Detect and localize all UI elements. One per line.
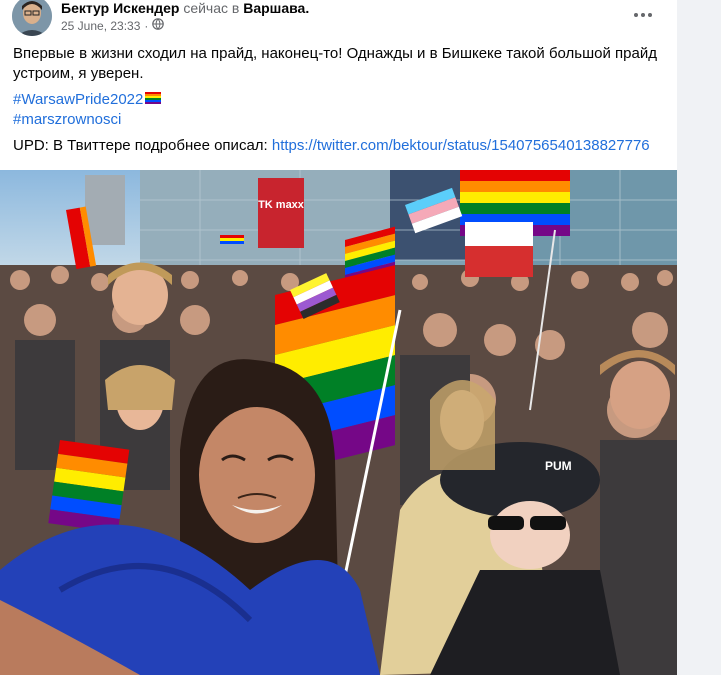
hashtag-label: #WarsawPride2022 xyxy=(13,91,144,108)
dot-separator: · xyxy=(144,18,149,33)
hashtag-marszrownosci[interactable]: #marszrownosci xyxy=(13,110,121,130)
post-photo[interactable]: TK maxx PUM xyxy=(0,170,677,675)
globe-icon xyxy=(152,18,165,33)
hashtag-warsawpride[interactable]: #WarsawPride2022 xyxy=(13,90,162,110)
author-avatar[interactable] xyxy=(12,0,52,36)
more-options-button[interactable] xyxy=(627,2,659,26)
status-text: сейчас в xyxy=(183,0,240,16)
twitter-link[interactable]: https://twitter.com/bektour/status/15407… xyxy=(272,137,650,154)
store-sign-text: TK maxx xyxy=(258,199,305,211)
post-date[interactable]: 25 June, 23:33 xyxy=(61,19,140,33)
post-meta: 25 June, 23:33 · xyxy=(61,18,165,33)
cap-text: PUM xyxy=(545,459,572,473)
feed-post: Бектур Искендер сейчас в Варшава. 25 Jun… xyxy=(0,0,677,675)
pride-parade-selfie-photo-icon: TK maxx PUM xyxy=(0,170,677,675)
post-text: Впервые в жизни сходил на прайд, наконец… xyxy=(13,45,657,82)
page-gutter xyxy=(677,0,721,675)
location-link[interactable]: Варшава. xyxy=(243,0,309,16)
post-header: Бектур Искендер сейчас в Варшава. 25 Jun… xyxy=(0,0,677,36)
rainbow-flag-emoji-icon xyxy=(145,90,162,110)
more-options-icon xyxy=(633,5,653,23)
upd-prefix: UPD: В Твиттере подробнее описал: xyxy=(13,137,272,154)
author-name[interactable]: Бектур Искендер xyxy=(61,0,179,16)
post-body: Впервые в жизни сходил на прайд, наконец… xyxy=(13,44,668,156)
author-line: Бектур Искендер сейчас в Варшава. xyxy=(61,0,309,16)
